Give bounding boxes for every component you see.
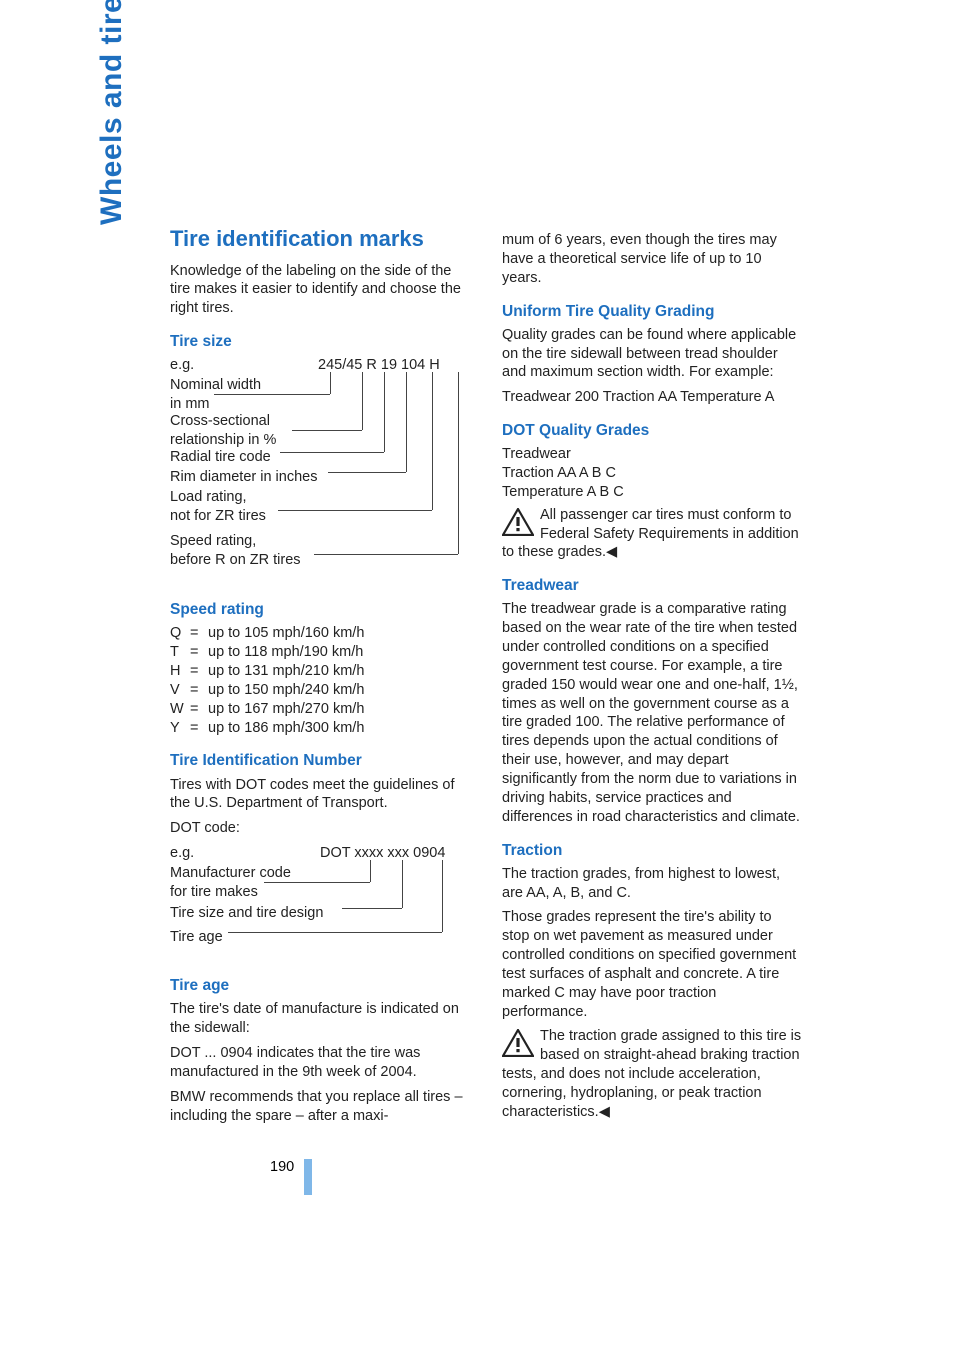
traction-warning-text: The traction grade assigned to this tire… [502, 1028, 801, 1119]
label-radial-code: Radial tire code [170, 448, 271, 467]
label-tire-makes: for tire makes [170, 883, 291, 902]
warning-icon [502, 508, 534, 536]
label-cross-sectional: Cross-sectional [170, 412, 276, 431]
label-tire-age: Tire age [170, 928, 223, 947]
dot-l1: Treadwear [502, 445, 802, 464]
heading-speed-rating: Speed rating [170, 600, 470, 620]
tire-size-diagram: e.g. 245/45 R 19 104 H Nominal width in … [170, 356, 470, 586]
tin-p2: DOT code: [170, 819, 470, 838]
page-number-block: 190 [270, 1159, 854, 1195]
label-mfr-code: Manufacturer code [170, 864, 291, 883]
tin-p1: Tires with DOT codes meet the guidelines… [170, 776, 470, 814]
tire-age-p3: BMW recommends that you replace all tire… [170, 1088, 470, 1126]
heading-treadwear: Treadwear [502, 576, 802, 596]
eg-label: e.g. [170, 356, 194, 375]
label-tire-size-design: Tire size and tire design [170, 904, 323, 923]
dot-l2: Traction AA A B C [502, 464, 802, 483]
speed-row: T=up to 118 mph/190 km/h [170, 643, 470, 662]
traction-p1: The traction grades, from highest to low… [502, 865, 802, 903]
section-tab: Wheels and tires [95, 0, 129, 225]
page-title: Tire identification marks [170, 225, 470, 254]
right-column: mum of 6 years, even though the tires ma… [502, 225, 802, 1131]
heading-dot-grades: DOT Quality Grades [502, 421, 802, 441]
end-mark-icon: ◀ [606, 544, 617, 560]
warning-icon [502, 1029, 534, 1057]
dot-l3: Temperature A B C [502, 483, 802, 502]
utqg-p2: Treadwear 200 Traction AA Temperature A [502, 388, 802, 407]
label-load-rating: Load rating, [170, 488, 266, 507]
heading-traction: Traction [502, 841, 802, 861]
speed-row: Q=up to 105 mph/160 km/h [170, 624, 470, 643]
label-not-zr: not for ZR tires [170, 507, 266, 526]
tire-age-p2: DOT ... 0904 indicates that the tire was… [170, 1044, 470, 1082]
tire-spec: 245/45 R 19 104 H [318, 356, 440, 375]
label-rim-diameter: Rim diameter in inches [170, 468, 317, 487]
tire-age-p1: The tire's date of manufacture is indica… [170, 1000, 470, 1038]
label-in-mm: in mm [170, 395, 261, 414]
treadwear-p: The treadwear grade is a comparative rat… [502, 600, 802, 826]
speed-rating-table: Q=up to 105 mph/160 km/h T=up to 118 mph… [170, 624, 470, 737]
continuation-text: mum of 6 years, even though the tires ma… [502, 231, 802, 288]
heading-tire-size: Tire size [170, 332, 470, 352]
left-column: Tire identification marks Knowledge of t… [170, 225, 470, 1131]
dot-diagram: e.g. DOT xxxx xxx 0904 Manufacturer code… [170, 844, 470, 952]
dot-spec: DOT xxxx xxx 0904 [320, 844, 445, 863]
label-before-r: before R on ZR tires [170, 551, 301, 570]
speed-row: W=up to 167 mph/270 km/h [170, 700, 470, 719]
utqg-p1: Quality grades can be found where applic… [502, 326, 802, 383]
label-speed-rating: Speed rating, [170, 532, 301, 551]
intro-text: Knowledge of the labeling on the side of… [170, 262, 470, 319]
speed-row: Y=up to 186 mph/300 km/h [170, 719, 470, 738]
heading-tin: Tire Identification Number [170, 751, 470, 771]
heading-tire-age: Tire age [170, 976, 470, 996]
traction-p2: Those grades represent the tire's abilit… [502, 908, 802, 1021]
dot-warning-text: All passenger car tires must conform to … [502, 507, 799, 561]
page-number: 190 [270, 1159, 294, 1175]
speed-row: H=up to 131 mph/210 km/h [170, 662, 470, 681]
label-relationship: relationship in % [170, 431, 276, 450]
speed-row: V=up to 150 mph/240 km/h [170, 681, 470, 700]
label-nominal-width: Nominal width [170, 376, 261, 395]
end-mark-icon: ◀ [599, 1104, 610, 1120]
page-number-bar [304, 1159, 312, 1195]
eg-label: e.g. [170, 844, 194, 863]
heading-utqg: Uniform Tire Quality Grading [502, 302, 802, 322]
